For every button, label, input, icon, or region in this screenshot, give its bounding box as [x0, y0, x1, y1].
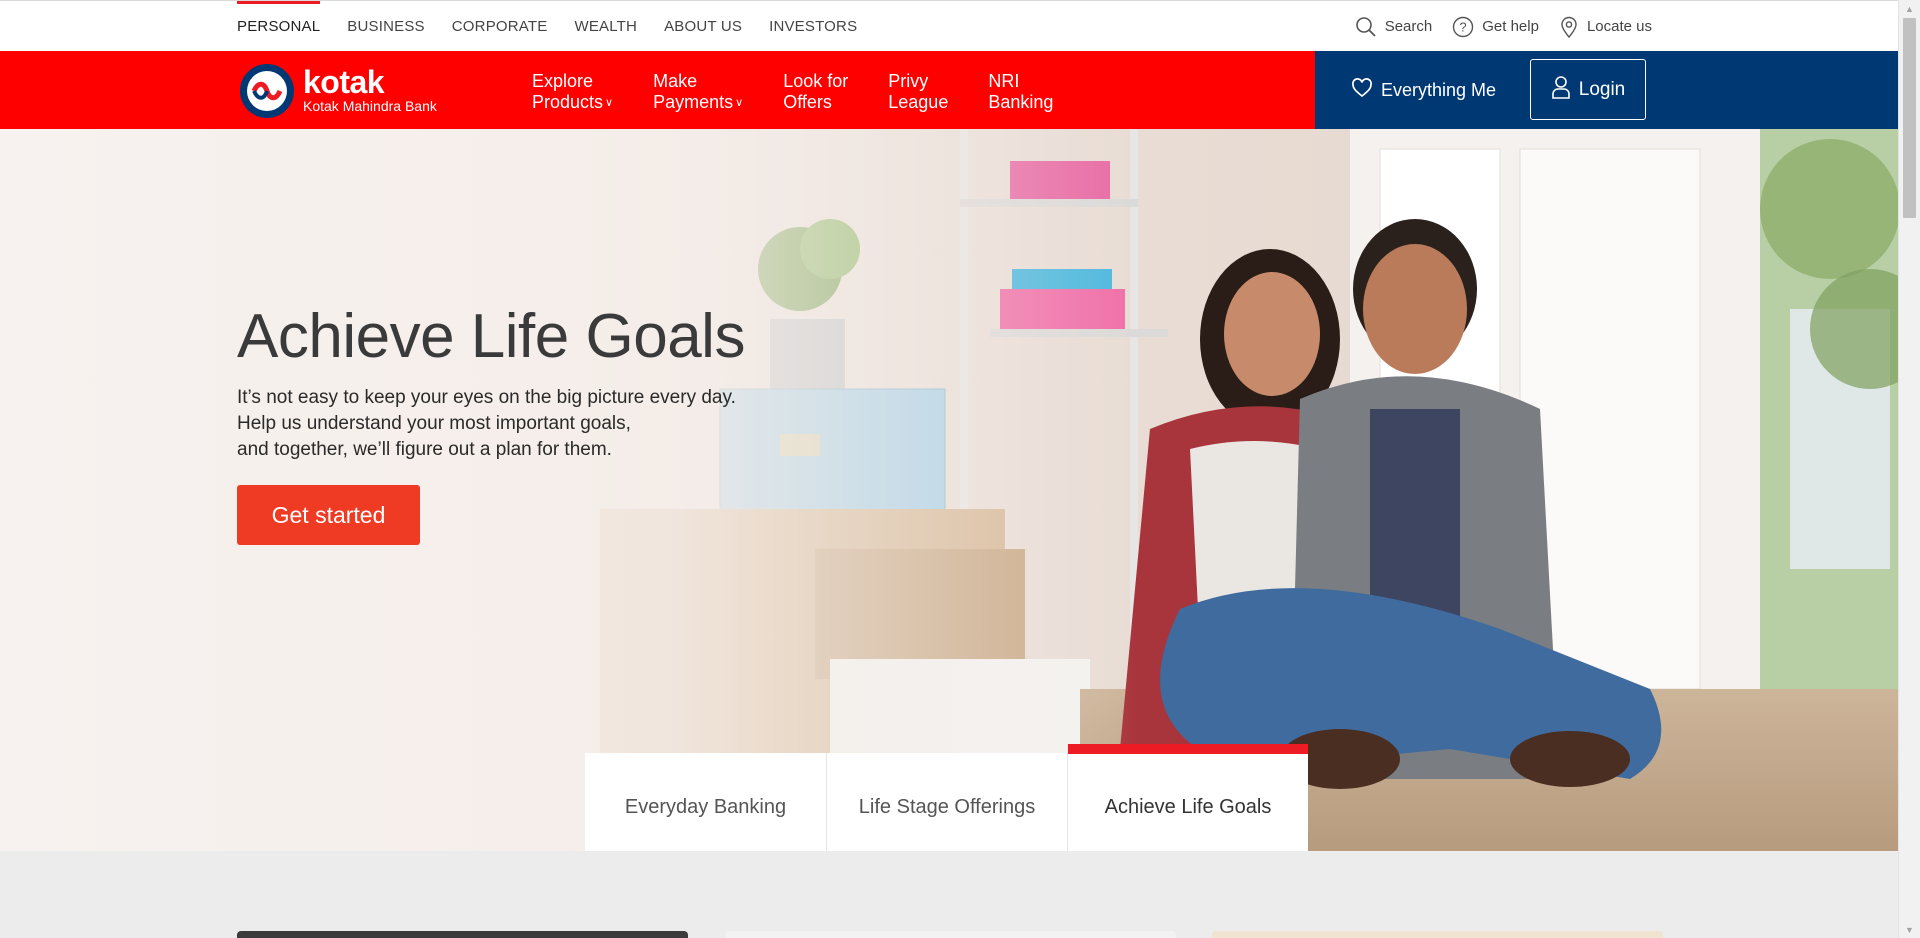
login-label: Login	[1578, 78, 1626, 100]
life-stage-tabs: Everyday Banking Life Stage Offerings Ac…	[585, 744, 1308, 851]
locate-us-link[interactable]: Locate us	[1559, 16, 1652, 38]
page-scrollbar[interactable]: ▲ ▼	[1898, 0, 1920, 938]
help-icon: ?	[1452, 16, 1474, 38]
hero-title: Achieve Life Goals	[237, 302, 745, 371]
segment-about-us[interactable]: ABOUT US	[664, 1, 742, 52]
promo-card[interactable]	[237, 931, 688, 938]
tab-life-stage-offerings[interactable]: Life Stage Offerings	[826, 753, 1067, 851]
nav-privy-line2: League	[888, 92, 949, 112]
nav-payments-line1: Make	[653, 71, 698, 91]
main-navigation: kotak Kotak Mahindra Bank Explore Produc…	[0, 51, 1898, 129]
nav-explore-line1: Explore	[532, 71, 594, 91]
nav-explore-products[interactable]: Explore Products ∨	[532, 71, 613, 114]
primary-nav-links: Explore Products ∨ Make Payments ∨ Look fo…	[532, 71, 1093, 114]
everything-me-button[interactable]: Everything Me	[1351, 51, 1496, 129]
search-link[interactable]: Search	[1355, 16, 1433, 38]
heart-icon	[1351, 77, 1373, 103]
nav-privy-line1: Privy	[888, 71, 929, 91]
nav-privy-league[interactable]: Privy League	[888, 71, 948, 114]
svg-text:?: ?	[1460, 19, 1467, 34]
promo-card[interactable]	[1212, 931, 1663, 938]
chevron-down-icon: ∨	[735, 97, 744, 109]
get-help-link[interactable]: ? Get help	[1452, 16, 1539, 38]
hero-description-line: and together, we’ll figure out a plan fo…	[237, 439, 612, 460]
kotak-logo-mark	[237, 63, 299, 118]
search-label: Search	[1384, 18, 1433, 35]
search-icon	[1355, 16, 1377, 38]
hero-description-line: Help us understand your most important g…	[237, 413, 631, 434]
nav-look-for-offers[interactable]: Look for Offers	[783, 71, 848, 114]
get-started-button[interactable]: Get started	[237, 485, 420, 545]
top-utility-bar: PERSONAL BUSINESS CORPORATE WEALTH ABOUT…	[0, 0, 1898, 51]
utility-links: Search ? Get help Locate us	[1355, 1, 1652, 52]
tab-everyday-banking[interactable]: Everyday Banking	[585, 753, 826, 851]
nav-nri-banking[interactable]: NRI Banking	[988, 71, 1053, 114]
brand-name: kotak	[303, 63, 385, 100]
nav-payments-line2: Payments	[653, 92, 734, 112]
login-button[interactable]: Login	[1530, 59, 1646, 120]
tab-achieve-life-goals[interactable]: Achieve Life Goals	[1067, 744, 1308, 851]
segment-nav: PERSONAL BUSINESS CORPORATE WEALTH ABOUT…	[237, 1, 884, 52]
promo-card[interactable]	[725, 931, 1176, 938]
content-section	[0, 851, 1898, 938]
account-nav: Everything Me Login	[1315, 51, 1898, 129]
brand-subtitle: Kotak Mahindra Bank	[303, 97, 437, 114]
hero-banner: Achieve Life Goals It’s not easy to keep…	[0, 129, 1898, 851]
nav-nri-line2: Banking	[988, 92, 1054, 112]
scroll-up-arrow-icon[interactable]: ▲	[1899, 0, 1920, 17]
locate-label: Locate us	[1586, 18, 1652, 35]
location-icon	[1559, 16, 1579, 38]
everything-me-label: Everything Me	[1381, 79, 1497, 100]
user-icon	[1551, 75, 1571, 105]
nav-nri-line1: NRI	[988, 71, 1020, 91]
chevron-down-icon: ∨	[605, 97, 614, 109]
segment-personal[interactable]: PERSONAL	[237, 1, 321, 52]
kotak-logo[interactable]: kotak Kotak Mahindra Bank	[237, 63, 437, 118]
hero-description: It’s not easy to keep your eyes on the b…	[237, 385, 736, 463]
segment-business[interactable]: BUSINESS	[347, 1, 424, 52]
nav-make-payments[interactable]: Make Payments ∨	[653, 71, 743, 114]
nav-explore-line2: Products	[532, 92, 604, 112]
scroll-thumb[interactable]	[1903, 18, 1916, 218]
hero-description-line: It’s not easy to keep your eyes on the b…	[237, 387, 736, 408]
segment-investors[interactable]: INVESTORS	[769, 1, 857, 52]
scroll-down-arrow-icon[interactable]: ▼	[1899, 921, 1920, 938]
segment-wealth[interactable]: WEALTH	[574, 1, 637, 52]
help-label: Get help	[1482, 18, 1539, 35]
nav-offers-line2: Offers	[783, 92, 832, 112]
segment-corporate[interactable]: CORPORATE	[452, 1, 548, 52]
nav-offers-line1: Look for	[783, 71, 849, 91]
